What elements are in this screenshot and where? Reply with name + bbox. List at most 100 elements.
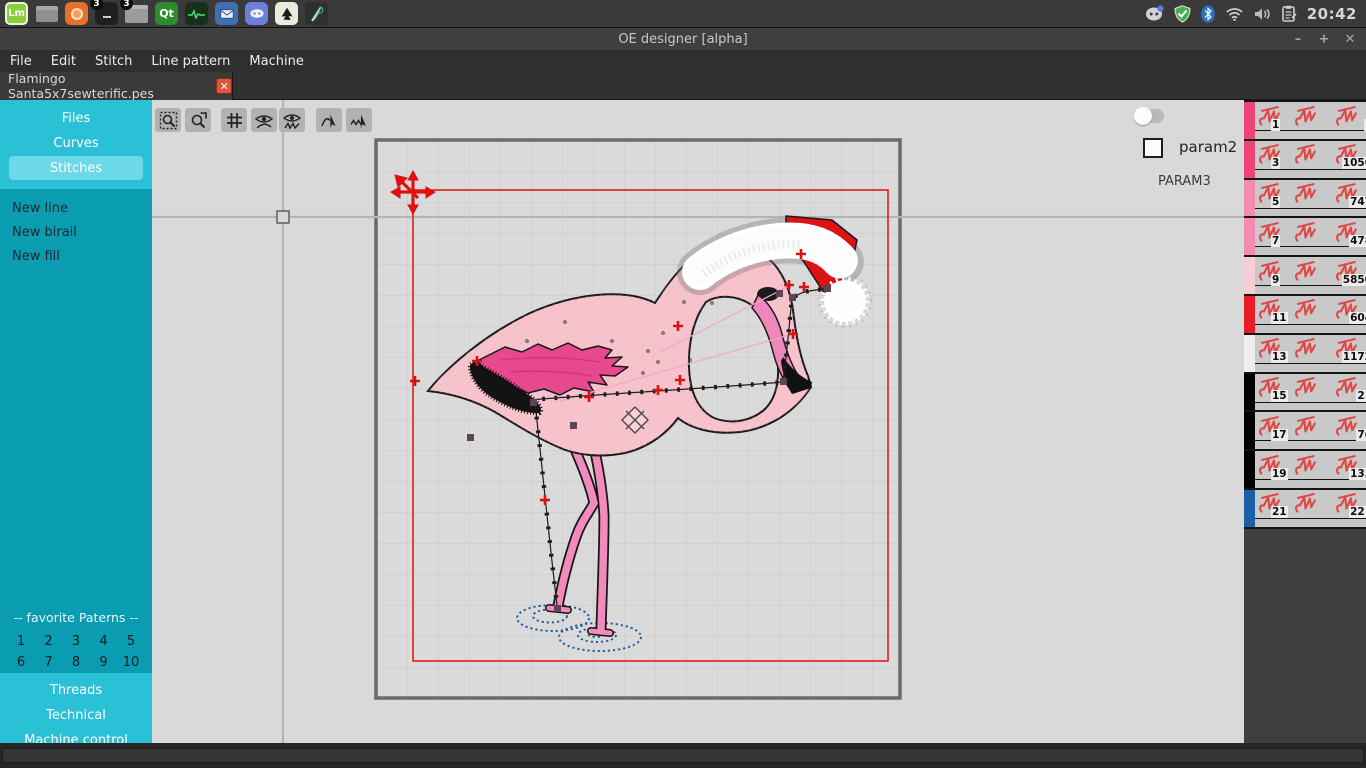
thread-color-swatch[interactable]	[1244, 218, 1255, 255]
thread-icon[interactable]: 19	[1257, 453, 1282, 478]
favorite-pattern-4[interactable]: 4	[94, 634, 114, 649]
favorite-pattern-3[interactable]: 3	[66, 634, 86, 649]
sidebar-item-files[interactable]: Files	[0, 106, 152, 130]
thread-color-swatch[interactable]	[1244, 180, 1255, 217]
system-monitor-icon[interactable]	[185, 2, 208, 25]
thread-row[interactable]: 3 1056	[1244, 139, 1366, 178]
thread-row[interactable]: 1521	[1244, 372, 1366, 411]
thread-icon[interactable]	[1293, 414, 1318, 439]
thread-icon[interactable]: 604	[1334, 297, 1359, 322]
thread-row[interactable]: 11	[1244, 100, 1366, 139]
mint-menu-icon[interactable]: Lm	[5, 2, 28, 25]
thread-icon[interactable]	[1293, 181, 1318, 206]
select-curves-button[interactable]	[316, 108, 342, 132]
sidebar-item-threads[interactable]: Threads	[0, 678, 152, 702]
document-tab[interactable]: Flamingo Santa5x7sewterific.pes ✕	[0, 72, 233, 100]
thread-row[interactable]: 1776	[1244, 410, 1366, 449]
thread-icon[interactable]: 76	[1334, 414, 1359, 439]
thread-color-swatch[interactable]	[1244, 102, 1255, 139]
thread-icon[interactable]: 3	[1257, 142, 1282, 167]
show-desktop-icon[interactable]	[35, 2, 58, 25]
thread-icon[interactable]: 221	[1334, 491, 1359, 516]
thread-row[interactable]: 5 747	[1244, 178, 1366, 217]
param2-checkbox[interactable]	[1143, 138, 1163, 158]
thread-icon[interactable]: 13	[1257, 336, 1282, 361]
firefox-icon[interactable]	[65, 2, 88, 25]
zoom-area-button[interactable]	[155, 108, 181, 132]
favorite-pattern-5[interactable]: 5	[121, 634, 141, 649]
menu-line-pattern[interactable]: Line pattern	[142, 52, 239, 71]
discord-tray-icon[interactable]	[1145, 5, 1164, 23]
sidebar-tool-new-birail[interactable]: New birail	[0, 220, 152, 244]
sidebar-item-curves[interactable]: Curves	[0, 131, 152, 155]
thread-icon[interactable]	[1293, 142, 1318, 167]
select-stitches-button[interactable]	[346, 108, 372, 132]
inkscape-icon[interactable]	[275, 2, 298, 25]
thread-row[interactable]: 9 5850	[1244, 255, 1366, 294]
thread-icon[interactable]	[1293, 453, 1318, 478]
menu-stitch[interactable]: Stitch	[86, 52, 141, 71]
thread-icon[interactable]: 21	[1257, 491, 1282, 516]
thread-color-swatch[interactable]	[1244, 335, 1255, 372]
favorite-pattern-10[interactable]: 10	[121, 655, 141, 670]
thread-icon[interactable]: 5850	[1334, 259, 1359, 284]
embroidery-needle-icon[interactable]	[305, 2, 328, 25]
sidebar-tool-new-line[interactable]: New line	[0, 196, 152, 220]
thread-icon[interactable]: 478	[1334, 220, 1359, 245]
toggle-grid-button[interactable]	[221, 108, 247, 132]
minimize-button[interactable]: –	[1290, 32, 1306, 47]
sidebar-item-machine-control[interactable]: Machine control	[0, 728, 152, 743]
param1-toggle[interactable]	[1137, 109, 1164, 123]
terminal-windows-icon[interactable]: 3	[95, 2, 118, 25]
thread-icon[interactable]: 1056	[1334, 142, 1359, 167]
thread-icon[interactable]	[1293, 259, 1318, 284]
thread-color-swatch[interactable]	[1244, 141, 1255, 178]
show-stitches-button[interactable]	[279, 108, 305, 132]
menu-edit[interactable]: Edit	[42, 52, 85, 71]
qt-creator-icon[interactable]: Qt	[155, 2, 178, 25]
thread-row[interactable]: 21 221	[1244, 488, 1366, 529]
thread-color-swatch[interactable]	[1244, 490, 1255, 527]
thread-icon[interactable]: 1172	[1334, 336, 1359, 361]
thread-row[interactable]: 7478	[1244, 216, 1366, 255]
clipboard-manager-icon[interactable]	[1282, 5, 1297, 23]
menu-machine[interactable]: Machine	[240, 52, 312, 71]
thread-icon[interactable]: 11	[1257, 297, 1282, 322]
thread-icon[interactable]: 5	[1257, 181, 1282, 206]
thread-row[interactable]: 11 604	[1244, 294, 1366, 333]
sidebar-item-technical[interactable]: Technical	[0, 703, 152, 727]
thread-icon[interactable]: 17	[1257, 414, 1282, 439]
thread-color-swatch[interactable]	[1244, 412, 1255, 449]
thread-color-swatch[interactable]	[1244, 257, 1255, 294]
thread-icon[interactable]: 1	[1257, 104, 1282, 129]
sidebar-item-stitches[interactable]: Stitches	[9, 156, 143, 180]
thread-icon[interactable]: 133	[1334, 453, 1359, 478]
thread-icon[interactable]	[1293, 375, 1318, 400]
guide-handle[interactable]	[277, 211, 289, 223]
sidebar-tool-new-fill[interactable]: New fill	[0, 244, 152, 268]
volume-icon[interactable]	[1254, 7, 1272, 21]
thread-color-swatch[interactable]	[1244, 296, 1255, 333]
bluetooth-icon[interactable]	[1201, 5, 1215, 23]
thread-icon[interactable]	[1293, 104, 1318, 129]
toggle-knob[interactable]	[1134, 107, 1152, 125]
thread-icon[interactable]: 9	[1257, 259, 1282, 284]
favorite-pattern-1[interactable]: 1	[11, 634, 31, 649]
thread-icon[interactable]	[1293, 491, 1318, 516]
close-button[interactable]: ✕	[1342, 32, 1358, 47]
thread-row[interactable]: 13 1172	[1244, 333, 1366, 372]
mail-icon[interactable]	[215, 2, 238, 25]
thread-icon[interactable]: 21	[1334, 375, 1359, 400]
menu-file[interactable]: File	[1, 52, 41, 71]
thread-icon[interactable]: 747	[1334, 181, 1359, 206]
thread-row[interactable]: 19 133	[1244, 449, 1366, 488]
file-windows-icon[interactable]: 3	[125, 2, 148, 25]
antivirus-shield-icon[interactable]	[1174, 5, 1191, 23]
discord-icon[interactable]	[245, 2, 268, 25]
favorite-pattern-9[interactable]: 9	[94, 655, 114, 670]
tab-close-icon[interactable]: ✕	[216, 78, 232, 94]
thread-icon[interactable]	[1293, 336, 1318, 361]
favorite-pattern-2[interactable]: 2	[39, 634, 59, 649]
thread-color-swatch[interactable]	[1244, 374, 1255, 411]
thread-icon[interactable]: 1	[1334, 104, 1359, 129]
